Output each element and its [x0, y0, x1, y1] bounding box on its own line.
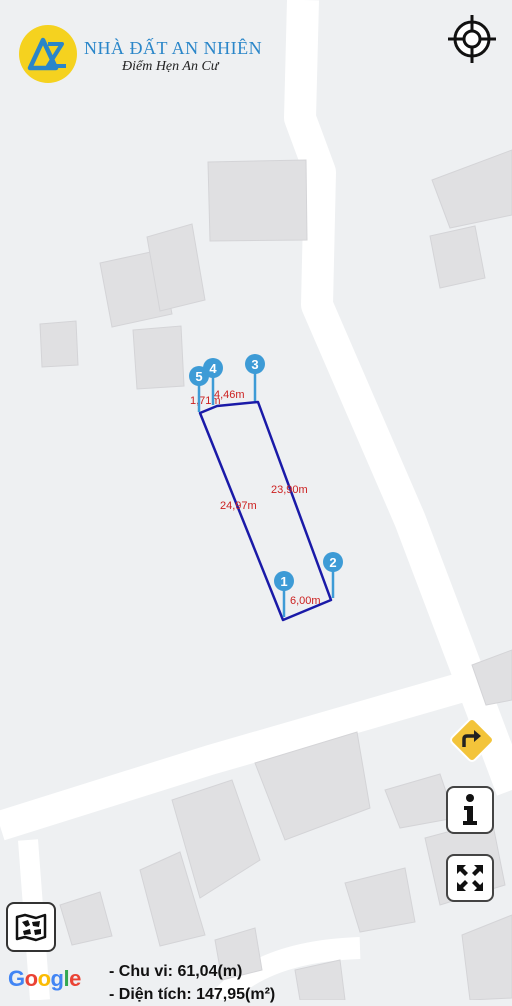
map-type-button[interactable] — [6, 902, 56, 952]
map-canvas[interactable]: 6,00m 23,90m 4,46m 1,71m 24,97m 5 4 3 2 … — [0, 0, 512, 1000]
brand-name: NHÀ ĐẤT AN NHIÊN — [84, 38, 263, 58]
svg-text:2: 2 — [329, 555, 336, 570]
brand-logo: NHÀ ĐẤT AN NHIÊN Điểm Hẹn An Cư — [18, 24, 278, 84]
crosshair-icon — [448, 15, 496, 63]
info-button[interactable] — [446, 786, 494, 834]
brand-slogan: Điểm Hẹn An Cư — [122, 59, 219, 74]
perimeter-text: - Chu vi: 61,04(m) — [109, 963, 243, 980]
svg-text:3: 3 — [251, 357, 258, 372]
svg-text:1: 1 — [280, 574, 287, 589]
parcel-summary: - Chu vi: 61,04(m) - Diện tích: 147,95(m… — [109, 960, 275, 1006]
google-logo: Google — [8, 966, 81, 991]
fullscreen-button[interactable] — [446, 854, 494, 902]
edge-label-1-2: 6,00m — [290, 595, 321, 607]
edge-label-5-1: 24,97m — [220, 500, 257, 512]
info-icon — [463, 794, 477, 825]
brand-logo-icon — [19, 25, 77, 83]
directions-button[interactable] — [446, 714, 498, 766]
edge-label-2-3: 23,90m — [271, 484, 308, 496]
svg-text:5: 5 — [195, 369, 202, 384]
locate-button[interactable] — [446, 13, 498, 65]
area-text: - Diện tích: 147,95(m²) — [109, 986, 276, 1003]
turn-right-sign-icon — [450, 718, 494, 762]
edge-label-4-5: 1,71m — [190, 395, 221, 407]
expand-icon — [457, 865, 483, 891]
map-layers-icon — [15, 913, 47, 942]
svg-text:4: 4 — [209, 361, 217, 376]
